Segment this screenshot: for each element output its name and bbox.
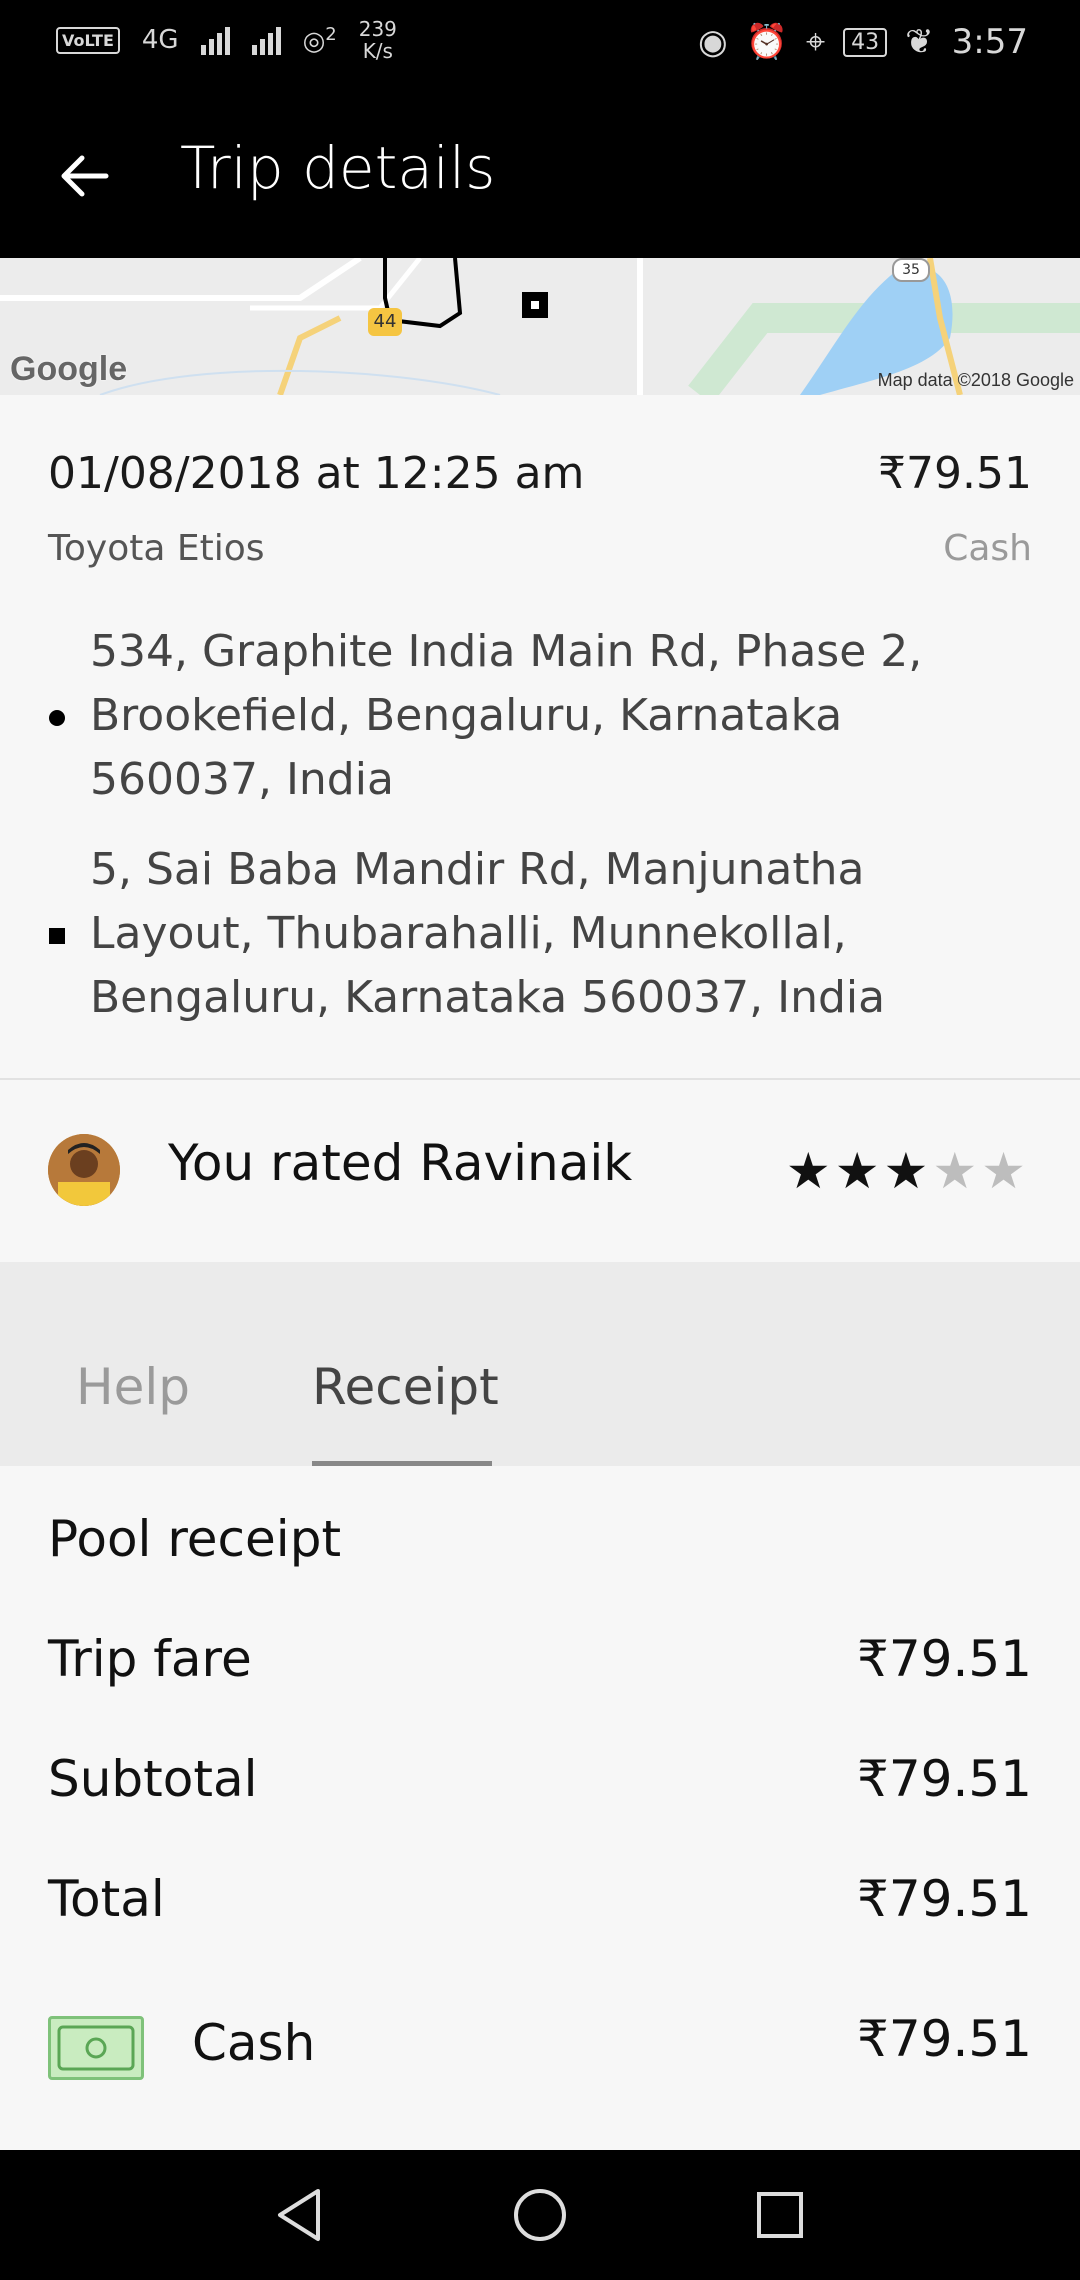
triangle-back-icon (278, 2189, 320, 2241)
tab-receipt[interactable]: Receipt (312, 1358, 499, 1416)
dropoff-square-icon (49, 928, 65, 944)
google-logo: Google (10, 350, 128, 388)
battery-icon: 43 (843, 27, 888, 57)
receipt-line-label: Total (48, 1870, 165, 1928)
tab-bar: Help Receipt (0, 1262, 1080, 1466)
payment-amount: ₹79.51 (857, 2010, 1032, 2068)
volte-indicator: VoLTE (56, 26, 120, 54)
star-rating[interactable]: ★★★★★ (786, 1142, 1030, 1200)
system-nav-bar (0, 2150, 1080, 2280)
back-button[interactable] (48, 140, 120, 212)
location-icon: ⌖ (805, 22, 826, 62)
back-arrow-icon (61, 155, 109, 197)
network-type: 4G (141, 25, 179, 55)
active-tab-indicator (312, 1461, 492, 1466)
cash-icon (48, 2016, 144, 2080)
dropoff-address: 5, Sai Baba Mandir Rd, Manjunatha Layout… (90, 844, 886, 1023)
driver-avatar (48, 1134, 120, 1206)
star-icon-4[interactable]: ★ (932, 1142, 981, 1200)
vehicle-name: Toyota Etios (48, 528, 265, 569)
trip-price: ₹79.51 (878, 448, 1032, 499)
receipt-title: Pool receipt (48, 1510, 342, 1568)
clock: 3:57 (951, 22, 1028, 62)
payment-label: Cash (192, 2014, 316, 2072)
nav-recents-button[interactable] (743, 2178, 817, 2252)
star-icon-2[interactable]: ★ (835, 1142, 884, 1200)
signal-icon (200, 25, 230, 55)
dropoff-marker-icon (522, 292, 548, 318)
pickup-dot-icon (49, 710, 65, 726)
receipt-line-label: Subtotal (48, 1750, 258, 1808)
star-icon-3[interactable]: ★ (884, 1142, 933, 1200)
route-badge-44: 44 (368, 308, 402, 336)
receipt-line-value: ₹79.51 (857, 1750, 1032, 1808)
nav-home-button[interactable] (503, 2178, 577, 2252)
signal-icon-2 (251, 25, 281, 55)
nav-back-button[interactable] (262, 2178, 336, 2252)
payment-method: Cash (943, 528, 1032, 569)
divider (0, 1078, 1080, 1080)
rating-text: You rated Ravinaik (168, 1134, 633, 1192)
network-speed: 239 K/s (358, 17, 397, 63)
leaf-icon: ❦ (905, 22, 934, 62)
receipt-line-value: ₹79.51 (857, 1870, 1032, 1928)
alarm-icon: ⏰ (745, 22, 788, 62)
app-bar: Trip details (0, 96, 1080, 258)
map-credit: Map data ©2018 Google (877, 370, 1074, 390)
page-title: Trip details (180, 134, 496, 202)
pickup-address: 534, Graphite India Main Rd, Phase 2, Br… (90, 626, 923, 805)
receipt-line-label: Trip fare (48, 1630, 252, 1688)
hotspot-icon: ◎2 (302, 23, 337, 57)
route-badge-35: 35 (892, 258, 930, 282)
receipt-line-value: ₹79.51 (857, 1630, 1032, 1688)
trip-date: 01/08/2018 at 12:25 am (48, 448, 585, 499)
trip-map[interactable]: 44 35 Google Map data ©2018 Google (0, 258, 1080, 395)
star-icon-1[interactable]: ★ (786, 1142, 835, 1200)
eye-icon: ◉ (697, 22, 728, 62)
star-icon-5[interactable]: ★ (981, 1142, 1030, 1200)
tab-help[interactable]: Help (76, 1358, 190, 1416)
square-recents-icon (757, 2192, 803, 2238)
circle-home-icon (514, 2189, 566, 2241)
status-bar: VoLTE 4G ◎2 239 K/s ◉ ⏰ ⌖ 43 ❦ 3:57 (0, 0, 1080, 96)
